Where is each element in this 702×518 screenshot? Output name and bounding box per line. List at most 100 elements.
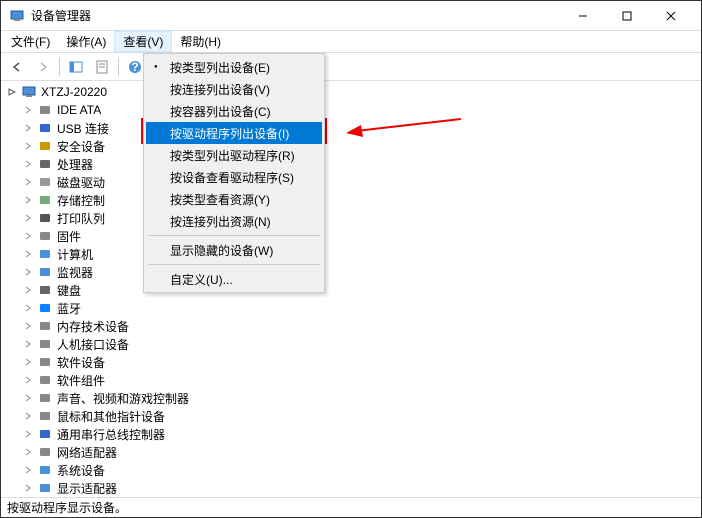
tree-item[interactable]: 鼠标和其他指针设备	[17, 407, 701, 425]
tree-item[interactable]: 显示适配器	[17, 479, 701, 497]
menuitem-devices-by-container[interactable]: 按容器列出设备(C)	[146, 100, 322, 122]
tree-item[interactable]: IDE ATA	[17, 101, 701, 119]
storage-icon	[37, 192, 53, 208]
menuitem-customize[interactable]: 自定义(U)...	[146, 268, 322, 290]
tree-item[interactable]: 声音、视频和游戏控制器	[17, 389, 701, 407]
computer-icon	[21, 84, 37, 100]
ide-icon	[37, 102, 53, 118]
tree-item-label: 处理器	[55, 156, 95, 173]
toolbar: ?	[1, 53, 701, 81]
chevron-right-icon[interactable]	[21, 175, 35, 189]
cpu-icon	[37, 156, 53, 172]
tree-item-label: 软件设备	[55, 354, 107, 371]
tree-item[interactable]: 存储控制	[17, 191, 701, 209]
memory-icon	[37, 318, 53, 334]
tree-item[interactable]: 磁盘驱动	[17, 173, 701, 191]
tree-item[interactable]: 安全设备	[17, 137, 701, 155]
tree-item[interactable]: 监视器	[17, 263, 701, 281]
component-icon	[37, 372, 53, 388]
menuitem-devices-by-type[interactable]: 按类型列出设备(E)	[146, 56, 322, 78]
tree-item[interactable]: 键盘	[17, 281, 701, 299]
tree-item[interactable]: 内存技术设备	[17, 317, 701, 335]
menuitem-resources-by-connection[interactable]: 按连接列出资源(N)	[146, 210, 322, 232]
tree-item[interactable]: 通用串行总线控制器	[17, 425, 701, 443]
tree-item-label: 通用串行总线控制器	[55, 426, 167, 443]
chevron-right-icon[interactable]	[21, 481, 35, 495]
menuitem-show-hidden[interactable]: 显示隐藏的设备(W)	[146, 239, 322, 261]
tree-root[interactable]: XTZJ-20220	[1, 83, 701, 101]
view-menu-dropdown: 按类型列出设备(E) 按连接列出设备(V) 按容器列出设备(C) 按驱动程序列出…	[143, 53, 325, 293]
chevron-right-icon[interactable]	[21, 409, 35, 423]
hid-icon	[37, 336, 53, 352]
menu-view[interactable]: 查看(V)	[114, 31, 172, 52]
chevron-right-icon[interactable]	[21, 301, 35, 315]
tree-item-label: 打印队列	[55, 210, 107, 227]
chevron-right-icon[interactable]	[21, 373, 35, 387]
show-hide-console-tree-button[interactable]	[64, 56, 88, 78]
chevron-right-icon[interactable]	[21, 211, 35, 225]
tree-item[interactable]: 处理器	[17, 155, 701, 173]
audio-icon	[37, 390, 53, 406]
chevron-right-icon[interactable]	[21, 463, 35, 477]
chevron-right-icon[interactable]	[21, 391, 35, 405]
menu-help[interactable]: 帮助(H)	[172, 31, 229, 52]
tree-item[interactable]: 网络适配器	[17, 443, 701, 461]
tree-item-label: 网络适配器	[55, 444, 119, 461]
chevron-right-icon[interactable]	[21, 121, 35, 135]
chevron-right-icon[interactable]	[21, 319, 35, 333]
menu-action[interactable]: 操作(A)	[58, 31, 114, 52]
chevron-right-icon[interactable]	[21, 139, 35, 153]
chevron-right-icon[interactable]	[21, 283, 35, 297]
network-icon	[37, 444, 53, 460]
chevron-right-icon[interactable]	[21, 157, 35, 171]
display-icon	[37, 480, 53, 496]
chevron-right-icon[interactable]	[21, 193, 35, 207]
printer-icon	[37, 210, 53, 226]
chevron-right-icon[interactable]	[21, 427, 35, 441]
tree-item-label: 软件组件	[55, 372, 107, 389]
menu-file[interactable]: 文件(F)	[3, 31, 58, 52]
chevron-right-icon[interactable]	[21, 355, 35, 369]
usbctrl-icon	[37, 426, 53, 442]
device-tree-pane: XTZJ-20220 IDE ATAUSB 连接安全设备处理器磁盘驱动存储控制打…	[1, 81, 701, 497]
menuitem-devices-by-connection[interactable]: 按连接列出设备(V)	[146, 78, 322, 100]
chevron-right-icon[interactable]	[21, 247, 35, 261]
expander-icon[interactable]	[5, 85, 19, 99]
tree-item[interactable]: 蓝牙	[17, 299, 701, 317]
tree-item[interactable]: USB 连接	[17, 119, 701, 137]
forward-button[interactable]	[31, 56, 55, 78]
properties-button[interactable]	[90, 56, 114, 78]
chevron-right-icon[interactable]	[21, 265, 35, 279]
tree-item[interactable]: 计算机	[17, 245, 701, 263]
tree-item-label: 蓝牙	[55, 300, 83, 317]
minimize-button[interactable]	[561, 1, 605, 31]
window-title: 设备管理器	[31, 7, 561, 24]
svg-text:?: ?	[131, 60, 138, 74]
tree-item[interactable]: 人机接口设备	[17, 335, 701, 353]
menuitem-resources-by-type[interactable]: 按类型查看资源(Y)	[146, 188, 322, 210]
disk-icon	[37, 174, 53, 190]
menuitem-drivers-by-type[interactable]: 按类型列出驱动程序(R)	[146, 144, 322, 166]
tree-item[interactable]: 固件	[17, 227, 701, 245]
chevron-right-icon[interactable]	[21, 103, 35, 117]
menu-separator	[148, 235, 320, 236]
maximize-button[interactable]	[605, 1, 649, 31]
back-button[interactable]	[5, 56, 29, 78]
tree-item-label: 人机接口设备	[55, 336, 131, 353]
menuitem-devices-by-driver[interactable]: 按驱动程序列出设备(I)	[146, 122, 322, 144]
chevron-right-icon[interactable]	[21, 229, 35, 243]
menuitem-drivers-by-device[interactable]: 按设备查看驱动程序(S)	[146, 166, 322, 188]
separator	[118, 58, 119, 76]
tree-item[interactable]: 系统设备	[17, 461, 701, 479]
titlebar: 设备管理器	[1, 1, 701, 31]
tree-item[interactable]: 软件设备	[17, 353, 701, 371]
tree-item-label: 系统设备	[55, 462, 107, 479]
chevron-right-icon[interactable]	[21, 445, 35, 459]
close-button[interactable]	[649, 1, 693, 31]
window-controls	[561, 1, 693, 31]
chevron-right-icon[interactable]	[21, 337, 35, 351]
app-icon	[9, 8, 25, 24]
tree-item[interactable]: 打印队列	[17, 209, 701, 227]
tree-item[interactable]: 软件组件	[17, 371, 701, 389]
statusbar-text: 按驱动程序显示设备。	[7, 499, 127, 516]
